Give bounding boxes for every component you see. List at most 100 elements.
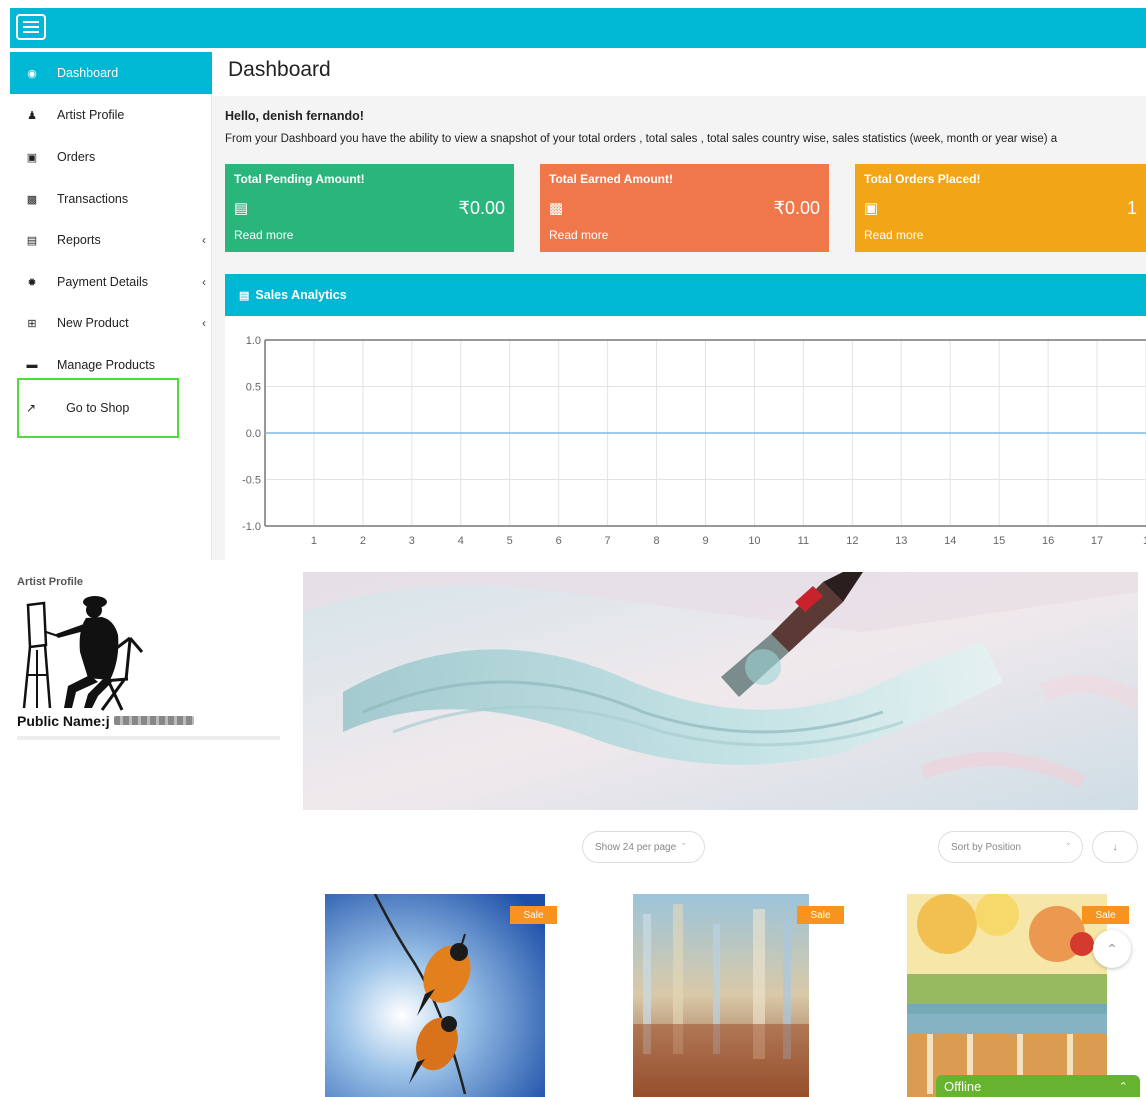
painter-silhouette-icon	[22, 596, 144, 711]
sidebar-item-label: Transactions	[57, 192, 129, 206]
sidebar-item-label: Artist Profile	[57, 108, 125, 122]
chevron-left-icon: ‹	[202, 316, 206, 330]
painting-banner-image	[303, 572, 1138, 810]
plus-square-icon: ⊞	[27, 317, 37, 330]
product-image-waterfall[interactable]	[907, 894, 1107, 1097]
x-tick-label: 5	[507, 535, 513, 547]
sort-select[interactable]: Sort by Position ˇ	[938, 831, 1083, 863]
public-name-label: Public Name:j	[17, 713, 110, 729]
chat-status: Offline	[944, 1078, 982, 1094]
chevron-up-icon: ⌃	[1106, 940, 1118, 957]
chevron-up-icon: ⌃	[1118, 1080, 1128, 1093]
sales-chart-panel: 1.0 0.5 0.0 -0.5 -1.0 1 2 3 4 5 6 7 8 9 10 11 12 13 14 15 16…	[225, 316, 1146, 560]
y-tick-label: -1.0	[242, 521, 261, 533]
read-more-link[interactable]: Read more	[864, 228, 923, 242]
x-tick-label: 9	[702, 535, 708, 547]
sidebar-item-go-to-shop[interactable]: ↗ Go to Shop	[17, 378, 179, 438]
sidebar-item-label: New Product	[57, 316, 129, 330]
redacted-name	[114, 716, 194, 725]
sidebar-item-label: Payment Details	[57, 275, 149, 289]
sidebar-item-transactions[interactable]: ▩ Transactions	[10, 179, 212, 219]
intro-text: From your Dashboard you have the ability…	[225, 133, 1058, 145]
x-tick-label: 6	[556, 535, 562, 547]
card-value: ₹0.00	[773, 198, 821, 218]
y-tick-label: -0.5	[242, 475, 261, 487]
x-tick-label: 2	[360, 535, 366, 547]
earned-amount-card: Total Earned Amount! ▩ ₹0.00 Read more	[540, 164, 829, 252]
y-tick-label: 0.0	[246, 428, 261, 440]
bar-chart-icon: ▤	[26, 234, 38, 247]
x-tick-label: 13	[895, 535, 907, 547]
x-tick-label: 3	[409, 535, 415, 547]
x-tick-label: 15	[993, 535, 1005, 547]
sidebar-item-orders[interactable]: ▣ Orders	[10, 137, 212, 177]
sort-direction-button[interactable]: ↓	[1092, 831, 1138, 863]
sidebar-item-dashboard[interactable]: ◉ Dashboard	[10, 52, 212, 94]
chat-widget[interactable]: Offline ⌃	[936, 1075, 1140, 1097]
sidebar-item-label: Manage Products	[57, 358, 155, 372]
money-icon: ▩	[26, 193, 38, 206]
y-tick-label: 0.5	[246, 382, 261, 394]
x-tick-label: 1	[311, 535, 317, 547]
main-content: Dashboard Hello, denish fernando! From y…	[212, 52, 1146, 560]
chevron-left-icon: ‹	[202, 275, 206, 289]
sidebar-item-label: Reports	[57, 233, 101, 247]
pending-amount-card: Total Pending Amount! ▤ ₹0.00 Read more	[225, 164, 514, 252]
x-tick-label: 7	[605, 535, 611, 547]
chevron-down-icon: ˇ	[1067, 842, 1070, 852]
per-page-select[interactable]: Show 24 per page ˇ	[582, 831, 705, 863]
sort-label: Sort by Position	[951, 841, 1022, 853]
scroll-to-top-button[interactable]: ⌃	[1093, 930, 1131, 968]
sales-analytics-title: Sales Analytics	[255, 288, 347, 302]
card-value: 1	[1126, 198, 1137, 218]
x-tick-label: 17	[1091, 535, 1103, 547]
x-tick-label: 16	[1042, 535, 1054, 547]
sort-arrow-icon: ↓	[1112, 841, 1118, 853]
sale-badge: Sale	[797, 906, 844, 924]
x-tick-label: 12	[846, 535, 858, 547]
sidebar-item-label: Go to Shop	[66, 401, 130, 415]
card-title: Total Earned Amount!	[549, 172, 673, 186]
user-icon: ♟	[27, 109, 37, 122]
product-image-birds[interactable]	[325, 894, 545, 1097]
x-tick-label: 14	[944, 535, 956, 547]
bar-chart-icon: ▤	[239, 289, 250, 302]
gear-icon: ✹	[27, 276, 37, 289]
card-title: Total Orders Placed!	[864, 172, 981, 186]
sidebar-item-reports[interactable]: ▤ Reports ‹	[10, 220, 212, 260]
read-more-link[interactable]: Read more	[234, 228, 293, 242]
greeting: Hello, denish fernando!	[225, 109, 364, 123]
x-tick-label: 11	[798, 535, 809, 547]
sidebar-item-label: Dashboard	[57, 66, 119, 80]
top-bar	[10, 8, 1146, 48]
x-tick-label: 8	[653, 535, 659, 547]
dashboard-icon: ◉	[27, 67, 37, 80]
divider	[17, 736, 280, 740]
product-image-abstract-city[interactable]	[633, 894, 809, 1097]
external-link-icon: ↗	[26, 401, 37, 415]
folder-icon: ▬	[26, 359, 38, 371]
cart-icon: ▣	[26, 151, 38, 164]
card-title: Total Pending Amount!	[234, 172, 365, 186]
sales-chart: 1.00.50.0-0.5-1.01 2 3 4 5 6 7 8 9 10 11 12 13 14 15 16…	[242, 335, 1146, 547]
sales-analytics-header: ▤ Sales Analytics	[225, 274, 1146, 316]
money-icon: ▩	[549, 200, 564, 217]
sidebar-item-payment-details[interactable]: ✹ Payment Details ‹	[10, 262, 212, 302]
cart-icon: ▣	[864, 200, 879, 217]
sale-badge: Sale	[1082, 906, 1129, 924]
card-value: ₹0.00	[458, 198, 506, 218]
x-tick-label: 4	[458, 535, 464, 547]
x-tick-label: 10	[748, 535, 760, 547]
per-page-label: Show 24 per page	[595, 841, 677, 853]
sale-badge: Sale	[510, 906, 557, 924]
read-more-link[interactable]: Read more	[549, 228, 608, 242]
y-tick-label: 1.0	[246, 335, 261, 347]
orders-placed-card: Total Orders Placed! ▣ 1 Read more	[855, 164, 1146, 252]
sidebar-item-new-product[interactable]: ⊞ New Product ‹	[10, 303, 212, 343]
sidebar-item-label: Orders	[57, 150, 96, 164]
sidebar: ◉ Dashboard ♟ Artist Profile ▣ Orders ▩ …	[10, 52, 212, 560]
chevron-left-icon: ‹	[202, 233, 206, 247]
sidebar-item-artist-profile[interactable]: ♟ Artist Profile	[10, 95, 212, 135]
credit-card-icon: ▤	[234, 200, 249, 217]
hamburger-menu-icon[interactable]	[16, 14, 46, 40]
